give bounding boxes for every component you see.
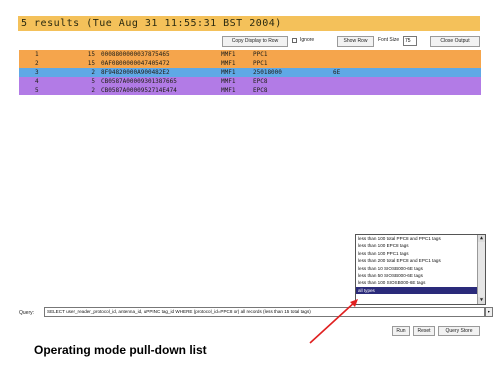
pointer-arrow-icon xyxy=(309,299,358,344)
